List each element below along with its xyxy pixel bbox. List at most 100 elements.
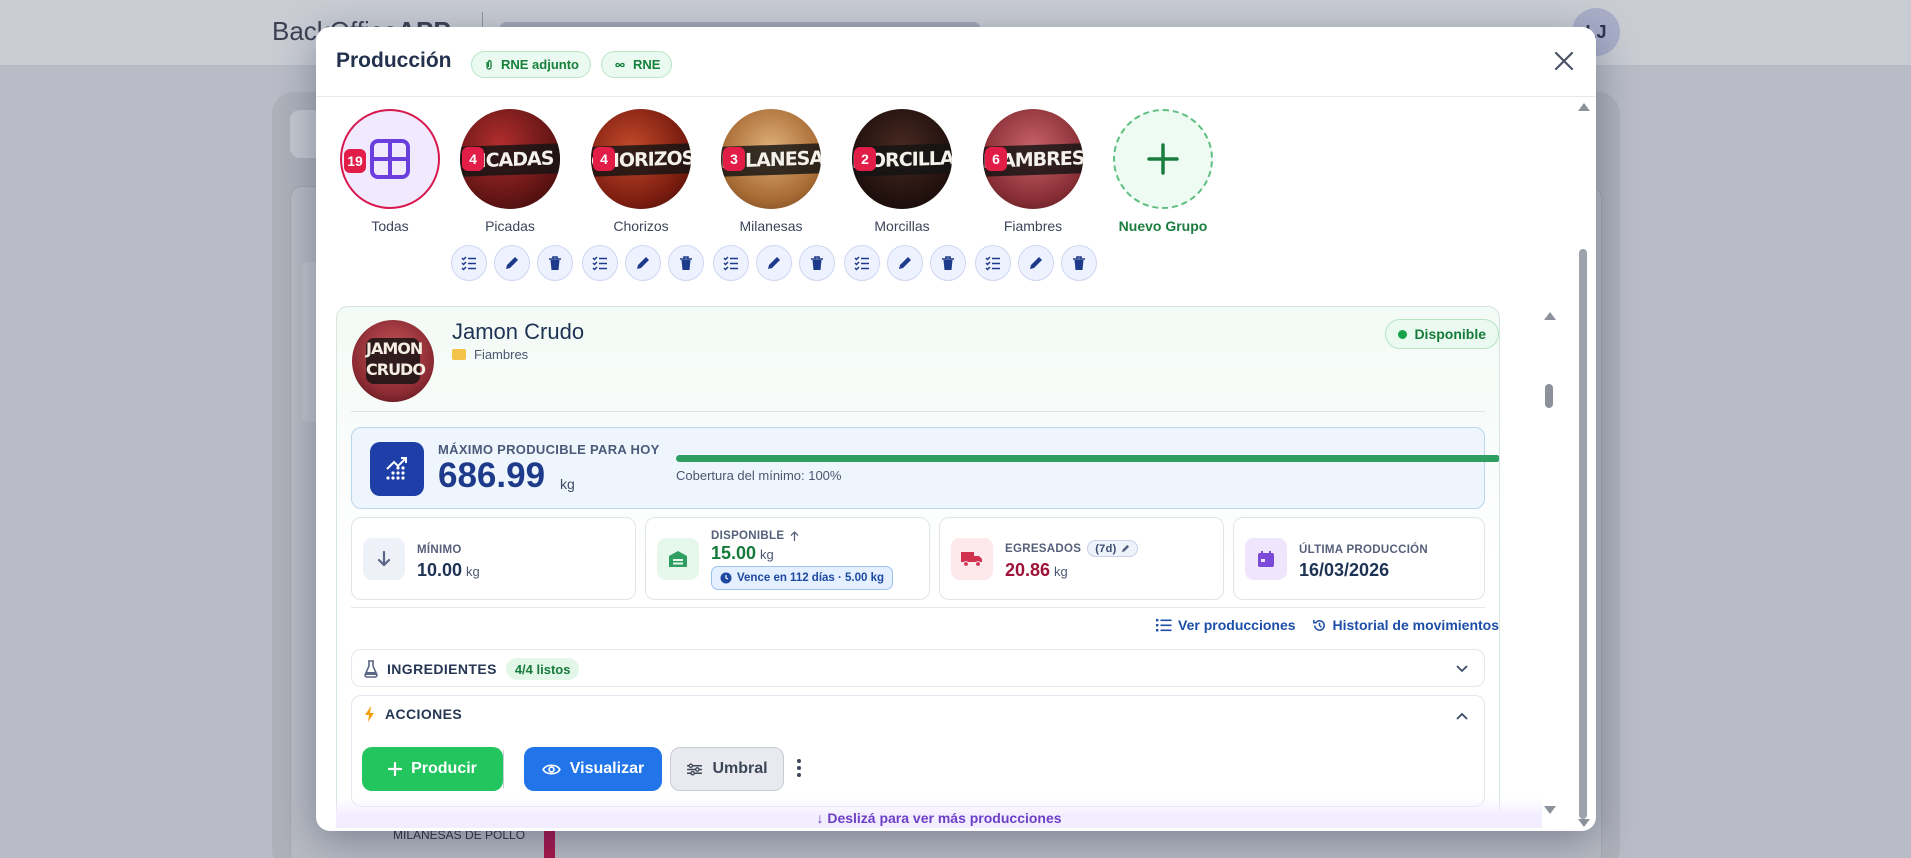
arrow-down-icon: [363, 538, 405, 580]
product-category: Fiambres: [452, 347, 528, 362]
delete-group-button-fiambres[interactable]: [1061, 245, 1097, 281]
max-label: MÁXIMO PRODUCIBLE PARA HOY: [438, 442, 660, 457]
stat-label: MÍNIMO: [417, 544, 462, 556]
historial-link[interactable]: Historial de movimientos: [1312, 617, 1499, 633]
group-count-badge: 3: [723, 147, 745, 171]
select-items-button-milanesas[interactable]: [713, 245, 749, 281]
group-label: Chorizos: [613, 218, 669, 234]
delete-group-button-picadas[interactable]: [537, 245, 573, 281]
trash-icon: [1073, 256, 1085, 270]
producir-button[interactable]: Producir: [362, 747, 503, 791]
delete-group-button-morcillas[interactable]: [930, 245, 966, 281]
flask-icon: [364, 660, 378, 678]
close-icon[interactable]: [1550, 47, 1578, 75]
group-photo: 2 MORCILLAS: [852, 109, 952, 209]
rne-adjunto-pill[interactable]: RNE adjunto: [471, 51, 591, 78]
checklist-icon: [723, 256, 738, 271]
product-list-scrollbar[interactable]: [1542, 308, 1556, 816]
section-header[interactable]: ACCIONES: [364, 706, 462, 722]
group-milanesas[interactable]: 3 MILANESAS Milanesas: [716, 109, 826, 234]
more-vertical-icon[interactable]: [796, 758, 802, 778]
ingredientes-section[interactable]: INGREDIENTES 4/4 listos: [351, 649, 1485, 687]
group-circle: 19: [340, 109, 440, 209]
list-icon: [1156, 619, 1172, 632]
group-label: Todas: [371, 218, 409, 234]
scroll-thumb[interactable]: [1545, 384, 1553, 408]
coverage-progress: [676, 455, 1499, 462]
warehouse-icon: [657, 538, 699, 580]
pencil-icon: [506, 257, 518, 269]
divider: [351, 411, 1485, 412]
pencil-icon: [637, 257, 649, 269]
scroll-thumb[interactable]: [1579, 249, 1587, 819]
select-items-button-chorizos[interactable]: [582, 245, 618, 281]
group-label: Fiambres: [1003, 218, 1063, 234]
select-items-button-picadas[interactable]: [451, 245, 487, 281]
trash-icon: [549, 256, 561, 270]
trash-icon: [811, 256, 823, 270]
group-picadas[interactable]: 4 PICADAS Picadas: [455, 109, 565, 234]
status-dot-icon: [1398, 329, 1408, 339]
pencil-icon: [768, 257, 780, 269]
ingredientes-count: 4/4 listos: [505, 658, 580, 680]
group-todas[interactable]: 19 Todas: [335, 109, 445, 234]
visualizar-button[interactable]: Visualizar: [524, 747, 662, 791]
stat-value: 20.86 kg: [1005, 560, 1068, 580]
edit-group-button-morcillas[interactable]: [887, 245, 923, 281]
stat-disponible: DISPONIBLE 15.00 kg Vence en 112 días · 5…: [645, 517, 930, 600]
trend-up-icon: [370, 442, 424, 496]
stat-label: ÚLTIMA PRODUCCIÓN: [1299, 544, 1429, 556]
edit-group-button-milanesas[interactable]: [756, 245, 792, 281]
group-list: 19 Todas 4 PICADAS Picadas 4 CHORIZOS Ch…: [340, 109, 1540, 269]
select-items-button-morcillas[interactable]: [844, 245, 880, 281]
produccion-modal: Producción RNE adjunto RNE 19 Todas 4 PI…: [316, 27, 1596, 831]
plus-icon: [1147, 143, 1179, 175]
edit-group-button-picadas[interactable]: [494, 245, 530, 281]
group-nuevo[interactable]: Nuevo Grupo: [1108, 109, 1218, 234]
group-chorizos[interactable]: 4 CHORIZOS Chorizos: [586, 109, 696, 234]
sliders-icon: [687, 762, 703, 776]
group-morcillas[interactable]: 2 MORCILLAS Morcillas: [847, 109, 957, 234]
scroll-up-icon[interactable]: [1578, 103, 1590, 111]
max-unit: kg: [560, 476, 575, 492]
select-items-button-fiambres[interactable]: [975, 245, 1011, 281]
background-chart-bar: [544, 828, 555, 858]
period-tag[interactable]: (7d): [1087, 540, 1138, 557]
edit-group-button-chorizos[interactable]: [625, 245, 661, 281]
eye-icon: [541, 763, 561, 775]
modal-scrollbar[interactable]: [1576, 99, 1590, 829]
edit-group-button-fiambres[interactable]: [1018, 245, 1054, 281]
pill-label: RNE: [633, 57, 661, 72]
checklist-icon: [854, 256, 869, 271]
group-count-badge: 4: [593, 147, 615, 171]
scroll-hint: ↓ Deslizá para ver más producciones: [336, 798, 1542, 828]
max-producible-box: MÁXIMO PRODUCIBLE PARA HOY 686.99 kg Cob…: [351, 427, 1499, 509]
folder-icon: [452, 349, 466, 360]
truck-icon: [951, 538, 993, 580]
delete-group-button-milanesas[interactable]: [799, 245, 835, 281]
scroll-up-icon[interactable]: [1544, 312, 1556, 320]
umbral-button[interactable]: Umbral: [670, 747, 784, 791]
product-card: JAMON CRUDO Jamon Crudo Fiambres Disponib…: [336, 306, 1500, 826]
scroll-down-icon[interactable]: [1578, 819, 1590, 827]
product-links: Ver producciones Historial de movimiento…: [1156, 617, 1499, 633]
chevron-up-icon[interactable]: [1454, 708, 1470, 724]
group-photo: 4 CHORIZOS: [591, 109, 691, 209]
delete-group-button-chorizos[interactable]: [668, 245, 704, 281]
ver-producciones-link[interactable]: Ver producciones: [1156, 617, 1296, 633]
group-fiambres[interactable]: 6 FIAMBRES Fiambres: [978, 109, 1088, 234]
product-name: Jamon Crudo: [452, 319, 585, 344]
checklist-icon: [592, 256, 607, 271]
stat-value: 16/03/2026: [1299, 560, 1390, 580]
scroll-down-icon[interactable]: [1544, 806, 1556, 814]
trash-icon: [680, 256, 692, 270]
group-label: Morcillas: [874, 218, 930, 234]
stat-ultima-produccion: ÚLTIMA PRODUCCIÓN 16/03/2026: [1233, 517, 1485, 600]
plus-icon: [388, 762, 403, 776]
product-photo-caption: JAMON CRUDO: [366, 338, 426, 384]
rne-pill[interactable]: RNE: [601, 51, 673, 78]
stat-egresados: EGRESADOS (7d) 20.86 kg: [939, 517, 1224, 600]
group-photo: 4 PICADAS: [460, 109, 560, 209]
divider: [503, 750, 504, 788]
chevron-down-icon[interactable]: [1454, 661, 1470, 677]
